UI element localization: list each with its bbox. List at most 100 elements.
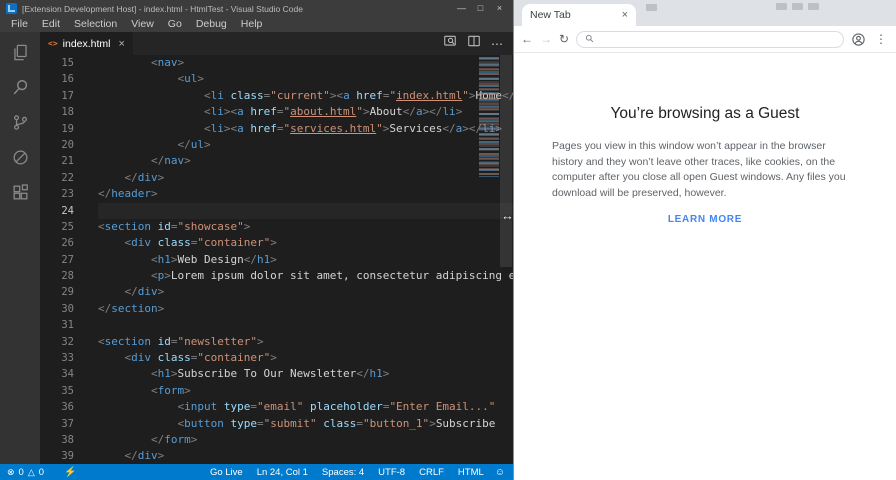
line-number[interactable]: 38: [40, 432, 86, 448]
line-number[interactable]: 21: [40, 153, 86, 169]
code-line[interactable]: <li><a href="services.html">Services</a>…: [98, 121, 513, 137]
menu-edit[interactable]: Edit: [35, 17, 67, 32]
code-line[interactable]: </div>: [98, 284, 513, 300]
line-number[interactable]: 29: [40, 284, 86, 300]
learn-more-link[interactable]: LEARN MORE: [668, 214, 742, 225]
guest-avatar-icon[interactable]: [851, 32, 866, 47]
line-number[interactable]: 20: [40, 137, 86, 153]
status-ln-24-col-1[interactable]: Ln 24, Col 1: [250, 467, 315, 478]
status-go-live[interactable]: Go Live: [203, 467, 250, 478]
code-line[interactable]: <div class="container">: [98, 235, 513, 251]
tab-close-icon[interactable]: ×: [622, 9, 628, 21]
code-line[interactable]: </div>: [98, 170, 513, 186]
open-preview-icon[interactable]: [443, 34, 457, 53]
code-line[interactable]: <h1>Web Design</h1>: [98, 252, 513, 268]
line-number[interactable]: 22: [40, 170, 86, 186]
line-number[interactable]: 34: [40, 366, 86, 382]
code-line[interactable]: </div>: [98, 448, 513, 464]
line-number[interactable]: 15: [40, 55, 86, 71]
close-button[interactable]: [808, 3, 819, 10]
code-line[interactable]: <section id="newsletter">: [98, 334, 513, 350]
tab-index-html[interactable]: <> index.html ×: [40, 32, 133, 55]
code-line[interactable]: </form>: [98, 432, 513, 448]
line-number[interactable]: 31: [40, 317, 86, 333]
code-line[interactable]: </header>: [98, 186, 513, 202]
code-line[interactable]: <div class="container">: [98, 350, 513, 366]
extensions-icon[interactable]: [9, 181, 31, 203]
line-number[interactable]: 39: [40, 448, 86, 464]
status-utf-8[interactable]: UTF-8: [371, 467, 412, 478]
debug-icon[interactable]: [9, 146, 31, 168]
status-spaces-4[interactable]: Spaces: 4: [315, 467, 371, 478]
menu-help[interactable]: Help: [234, 17, 270, 32]
code-line[interactable]: <input type="email" placeholder="Enter E…: [98, 399, 513, 415]
back-icon[interactable]: ←: [521, 33, 533, 45]
source-control-icon[interactable]: [9, 111, 31, 133]
feedback-smiley-icon[interactable]: ☺: [491, 467, 513, 478]
line-number[interactable]: 23: [40, 186, 86, 202]
line-number[interactable]: 27: [40, 252, 86, 268]
code-line[interactable]: <button type="submit" class="button_1">S…: [98, 416, 513, 432]
code-line[interactable]: <li><a href="about.html">About</a></li>: [98, 104, 513, 120]
code-editor[interactable]: 15 16 17 18 19 20 21 22 23 24 25 26 27 28 29 30 31 32 33 34…: [40, 55, 513, 464]
code-line[interactable]: [98, 317, 513, 333]
maximize-button[interactable]: [792, 3, 803, 10]
code-line[interactable]: <section id="showcase">: [98, 219, 513, 235]
search-icon[interactable]: [9, 76, 31, 98]
code-area[interactable]: <nav> <ul> <li class="current"><a href="in…: [86, 55, 513, 464]
line-number[interactable]: 35: [40, 383, 86, 399]
more-actions-icon[interactable]: ⋯: [491, 38, 503, 50]
line-number[interactable]: 30: [40, 301, 86, 317]
warnings-icon[interactable]: △: [28, 467, 35, 478]
code-line[interactable]: <ul>: [98, 71, 513, 87]
line-number[interactable]: 36: [40, 399, 86, 415]
status-html[interactable]: HTML: [451, 467, 491, 478]
code-line[interactable]: </ul>: [98, 137, 513, 153]
menu-debug[interactable]: Debug: [189, 17, 234, 32]
tab-close-icon[interactable]: ×: [119, 38, 125, 50]
new-tab-button[interactable]: [646, 4, 657, 11]
menu-selection[interactable]: Selection: [67, 17, 124, 32]
code-line[interactable]: <p>Lorem ipsum dolor sit amet, consectet…: [98, 268, 513, 284]
errors-count[interactable]: 0: [19, 467, 24, 478]
address-bar[interactable]: [576, 30, 844, 48]
forward-icon[interactable]: →: [540, 33, 552, 45]
code-line[interactable]: [98, 202, 513, 219]
line-number[interactable]: 19: [40, 121, 86, 137]
close-button[interactable]: ×: [490, 0, 509, 17]
address-input[interactable]: [600, 33, 835, 45]
code-line[interactable]: <h1>Subscribe To Our Newsletter</h1>: [98, 366, 513, 382]
line-number[interactable]: 16: [40, 71, 86, 87]
code-line[interactable]: <nav>: [98, 55, 513, 71]
minimize-button[interactable]: [776, 3, 787, 10]
browser-tab[interactable]: New Tab ×: [522, 4, 636, 26]
live-reload-icon[interactable]: ⚡: [64, 467, 76, 478]
line-number[interactable]: 37: [40, 416, 86, 432]
line-number[interactable]: 24: [40, 203, 86, 219]
errors-icon[interactable]: ⊗: [7, 467, 15, 478]
reload-icon[interactable]: ↻: [559, 33, 569, 45]
split-editor-icon[interactable]: [467, 34, 481, 53]
code-line[interactable]: <form>: [98, 383, 513, 399]
minimize-button[interactable]: —: [452, 0, 471, 17]
maximize-button[interactable]: □: [471, 0, 490, 17]
code-line[interactable]: </nav>: [98, 153, 513, 169]
line-number[interactable]: 25: [40, 219, 86, 235]
code-line[interactable]: <li class="current"><a href="index.html"…: [98, 88, 513, 104]
status-crlf[interactable]: CRLF: [412, 467, 451, 478]
code-line[interactable]: </section>: [98, 301, 513, 317]
line-number[interactable]: 32: [40, 334, 86, 350]
line-number[interactable]: 18: [40, 104, 86, 120]
line-number[interactable]: 26: [40, 235, 86, 251]
warnings-count[interactable]: 0: [39, 467, 44, 478]
explorer-icon[interactable]: [9, 41, 31, 63]
menu-view[interactable]: View: [124, 17, 161, 32]
menu-go[interactable]: Go: [161, 17, 189, 32]
scrollbar[interactable]: [500, 55, 512, 267]
line-number[interactable]: 33: [40, 350, 86, 366]
menu-file[interactable]: File: [4, 17, 35, 32]
line-number[interactable]: 17: [40, 88, 86, 104]
browser-menu-icon[interactable]: ⋮: [873, 32, 889, 46]
minimap[interactable]: [479, 57, 499, 177]
line-number[interactable]: 28: [40, 268, 86, 284]
